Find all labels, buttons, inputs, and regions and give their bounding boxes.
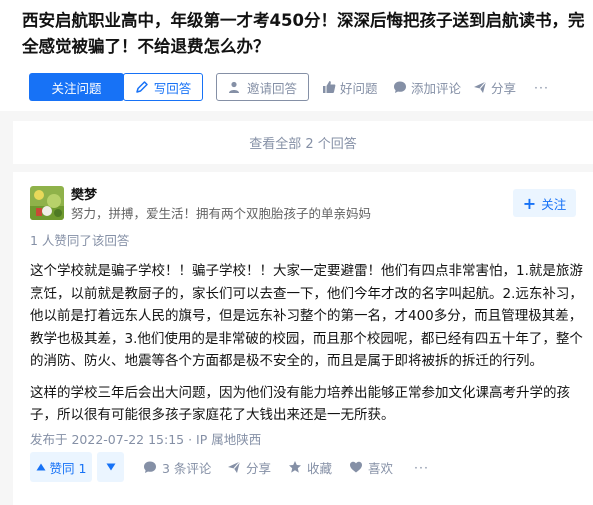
answer-card: 樊梦 努力，拼搏，爱生活！拥有两个双胞胎孩子的单亲妈妈 + 关注 1 人赞同了该… — [13, 172, 593, 505]
comments-label: 3 条评论 — [162, 460, 212, 476]
pencil-icon — [135, 80, 149, 94]
share-answer-button[interactable]: 分享 — [227, 452, 271, 482]
question-title: 西安启航职业高中，年级第一才考450分！深深后悔把孩子送到启航读书，完全感觉被骗… — [22, 11, 585, 56]
avatar[interactable] — [30, 186, 64, 220]
comment-icon — [143, 460, 157, 474]
share-question-label: 分享 — [491, 80, 517, 96]
share-icon — [227, 460, 241, 474]
comment-icon — [393, 80, 407, 94]
triangle-up-icon — [36, 462, 46, 472]
follow-author-label: 关注 — [541, 196, 567, 212]
more-dots-icon: ··· — [414, 459, 429, 475]
answer-paragraph: 这样的学校三年后会出大问题，因为他们没有能力培养出能够正常参加文化课高考升学的孩… — [30, 384, 570, 424]
heart-icon — [349, 460, 363, 474]
add-comment-label: 添加评论 — [411, 80, 462, 96]
share-question-button[interactable]: 分享 — [473, 73, 516, 101]
follow-question-label: 关注问题 — [51, 80, 102, 96]
author-name[interactable]: 樊梦 — [71, 184, 97, 203]
downvote-button[interactable] — [97, 452, 124, 482]
upvote-summary[interactable]: 1 人赞同了该回答 — [30, 230, 129, 249]
upvote-button[interactable]: 赞同 1 — [30, 452, 92, 482]
answer-actions: 赞同 1 3 条评论 分享 收藏 喜欢 ··· — [30, 452, 590, 482]
like-label: 喜欢 — [368, 460, 394, 476]
author-bio: 努力，拼搏，爱生活！拥有两个双胞胎孩子的单亲妈妈 — [71, 206, 372, 221]
follow-author-button[interactable]: + 关注 — [513, 189, 576, 217]
share-answer-label: 分享 — [246, 460, 272, 476]
upvote-label: 赞同 1 — [49, 460, 87, 476]
question-header: 西安启航职业高中，年级第一才考450分！深深后悔把孩子送到启航读书，完全感觉被骗… — [0, 0, 593, 111]
good-question-label: 好问题 — [340, 80, 378, 96]
more-dots-icon: ··· — [534, 79, 549, 95]
write-answer-button[interactable]: 写回答 — [123, 73, 203, 101]
favorite-button[interactable]: 收藏 — [288, 452, 332, 482]
comments-button[interactable]: 3 条评论 — [143, 452, 211, 482]
like-button[interactable]: 喜欢 — [349, 452, 393, 482]
answer-content: 这个学校就是骗子学校！！骗子学校！！大家一定要避雷！他们有四点非常害怕，1.就是… — [30, 260, 590, 427]
triangle-down-icon — [106, 462, 116, 472]
write-answer-label: 写回答 — [153, 80, 192, 96]
answer-more-button[interactable]: ··· — [414, 452, 429, 482]
add-comment-button[interactable]: 添加评论 — [393, 73, 461, 101]
good-question-button[interactable]: 好问题 — [322, 73, 378, 101]
follow-question-button[interactable]: 关注问题 — [29, 73, 124, 101]
publish-meta[interactable]: 发布于 2022-07-22 15:15 · IP 属地陕西 — [30, 429, 261, 448]
answer-paragraph: 这个学校就是骗子学校！！骗子学校！！大家一定要避雷！他们有四点非常害怕，1.就是… — [30, 263, 583, 369]
invite-answer-button[interactable]: 邀请回答 — [216, 73, 309, 101]
thumbs-up-icon — [322, 80, 336, 94]
share-icon — [473, 80, 487, 94]
invite-answer-label: 邀请回答 — [246, 80, 297, 96]
more-options-button[interactable]: ··· — [534, 73, 549, 101]
person-add-icon — [228, 80, 242, 94]
view-all-label: 查看全部 2 个回答 — [249, 137, 357, 152]
favorite-label: 收藏 — [307, 460, 333, 476]
plus-icon: + — [522, 193, 537, 213]
star-icon — [288, 460, 302, 474]
view-all-answers-link[interactable]: 查看全部 2 个回答 — [13, 121, 593, 164]
question-actions: 关注问题 写回答 邀请回答 好问题 添加评论 分享 ··· — [29, 73, 589, 101]
